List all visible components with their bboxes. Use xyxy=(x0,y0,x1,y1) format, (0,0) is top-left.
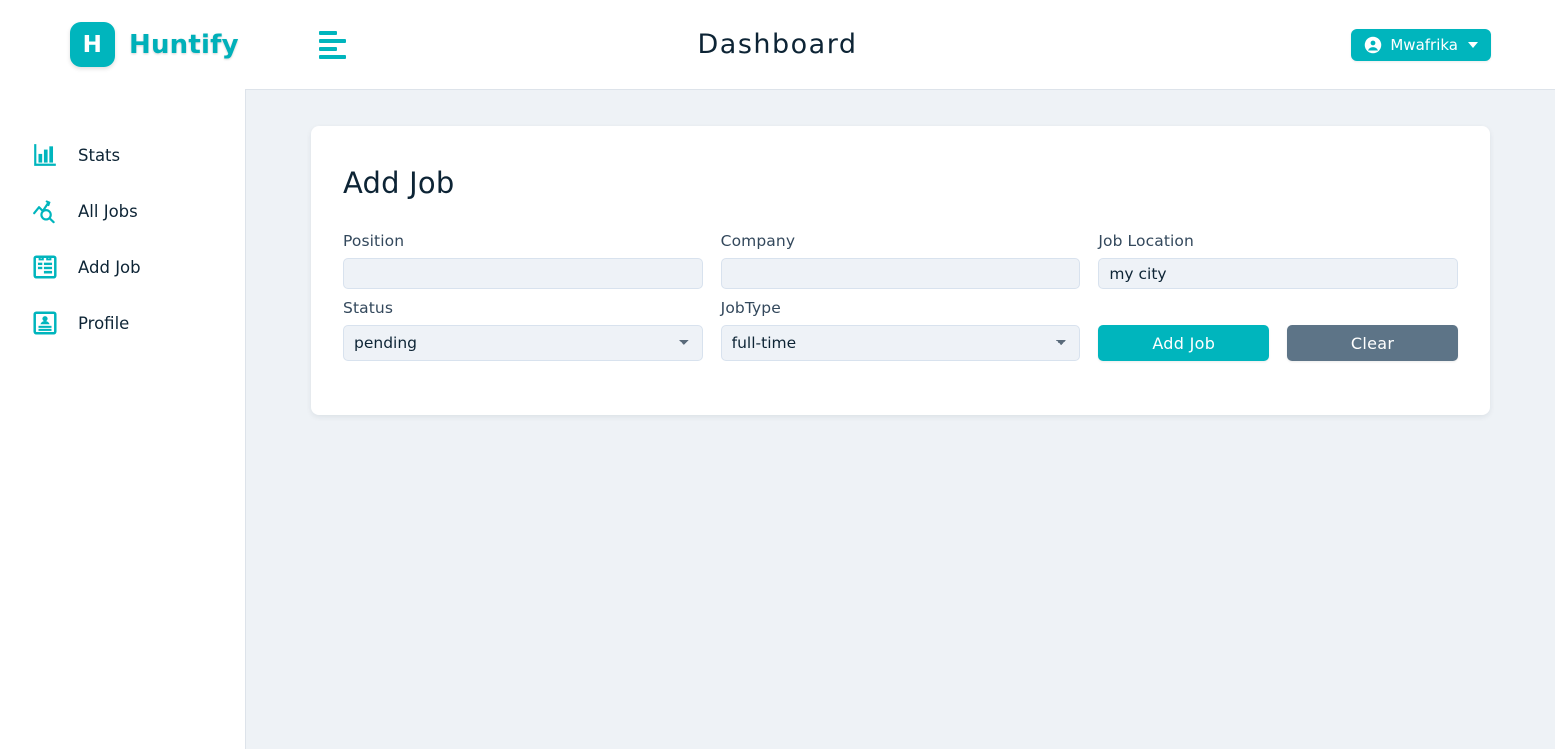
user-menu-button[interactable]: Mwafrika xyxy=(1351,28,1491,61)
app-body: Stats All Jobs Add Job Profile Add Job P… xyxy=(0,89,1555,749)
field-status: Status pendinginterviewdeclined xyxy=(343,299,703,361)
user-menu-label: Mwafrika xyxy=(1390,35,1458,54)
sidebar: Stats All Jobs Add Job Profile xyxy=(0,89,246,749)
id-card-icon xyxy=(33,311,57,335)
main-content: Add Job Position Company Job Location my… xyxy=(246,89,1555,749)
add-job-form-card: Add Job Position Company Job Location my… xyxy=(311,126,1490,415)
job-location-label: Job Location xyxy=(1098,232,1194,250)
company-input[interactable] xyxy=(720,258,1081,289)
user-circle-icon xyxy=(1365,36,1382,53)
hamburger-bar-2 xyxy=(318,38,346,43)
sidebar-item-label: Stats xyxy=(78,145,121,165)
form-title: Add Job xyxy=(343,166,455,200)
sidebar-item-all-jobs[interactable]: All Jobs xyxy=(0,183,245,239)
clipboard-icon xyxy=(33,255,57,279)
jobtype-select[interactable]: full-timepart-timeremoteinternship xyxy=(720,325,1081,361)
field-company: Company xyxy=(720,232,1081,289)
chevron-down-icon xyxy=(1468,41,1478,48)
brand-name-text: Huntify xyxy=(129,29,239,60)
add-job-form: Position Company Job Location Status xyxy=(343,232,1458,371)
sidebar-item-profile[interactable]: Profile xyxy=(0,295,245,351)
hamburger-bar-4 xyxy=(318,54,346,59)
job-location-input[interactable] xyxy=(1098,258,1458,289)
bar-chart-icon xyxy=(34,144,56,166)
brand-logo-mark: H xyxy=(70,22,115,67)
sidebar-item-label: Profile xyxy=(78,313,130,333)
trend-search-icon xyxy=(33,200,55,224)
field-jobtype: JobType full-timepart-timeremoteinternsh… xyxy=(720,299,1081,361)
sidebar-item-label: Add Job xyxy=(78,257,141,277)
status-label: Status xyxy=(343,299,393,317)
position-input[interactable] xyxy=(343,258,703,289)
brand-logo-group[interactable]: H Huntify xyxy=(70,22,239,67)
status-select[interactable]: pendinginterviewdeclined xyxy=(343,325,703,361)
hamburger-bar-3 xyxy=(318,46,337,51)
company-label: Company xyxy=(720,232,796,250)
field-job-location: Job Location xyxy=(1098,232,1458,289)
sidebar-item-stats[interactable]: Stats xyxy=(0,127,245,183)
field-position: Position xyxy=(343,232,703,289)
clear-button[interactable]: Clear xyxy=(1287,325,1458,361)
hamburger-menu-icon[interactable] xyxy=(318,28,353,62)
sidebar-item-label: All Jobs xyxy=(78,201,138,221)
hamburger-bar-1 xyxy=(318,30,337,35)
sidebar-item-add-job[interactable]: Add Job xyxy=(0,239,245,295)
app-header: H Huntify Dashboard Mwafrika xyxy=(0,0,1555,89)
add-job-button[interactable]: Add Job xyxy=(1098,325,1270,361)
app-root: H Huntify Dashboard Mwafrika Stats All J… xyxy=(0,0,1555,749)
jobtype-label: JobType xyxy=(720,299,781,317)
position-label: Position xyxy=(343,232,405,250)
form-actions: Add Job Clear xyxy=(1098,299,1458,361)
